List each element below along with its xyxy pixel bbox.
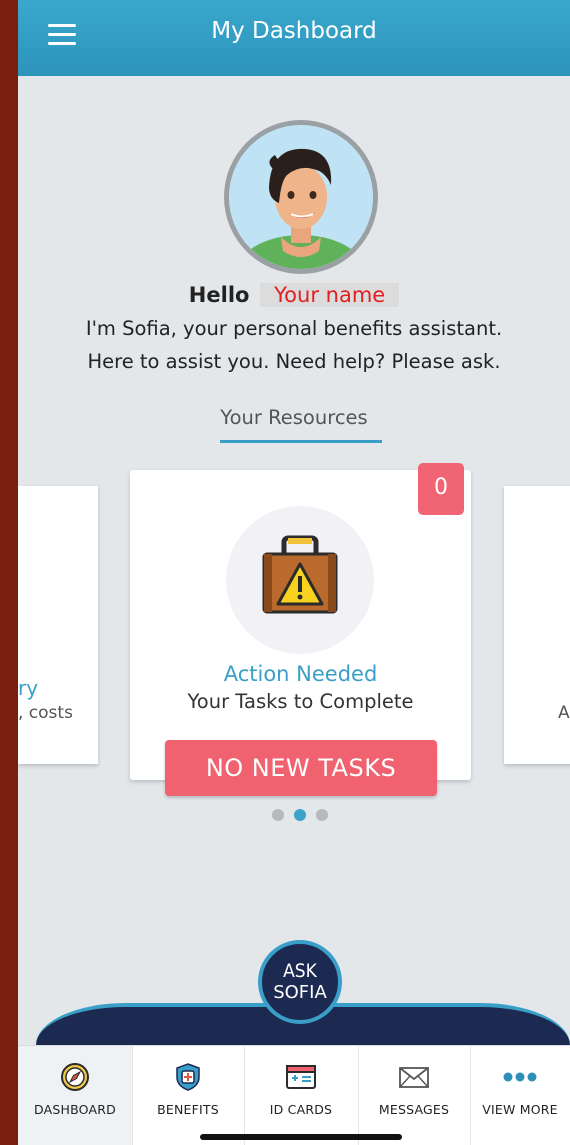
ask-sofia-button[interactable]: ASK SOFIA [258,940,342,1024]
task-count-badge: 0 [418,463,464,515]
app-header: My Dashboard [18,0,570,76]
left-card-subtitle: , costs [18,703,73,723]
sofia-label: SOFIA [273,982,327,1003]
left-frame-strip [0,0,18,1145]
tab-label-id-cards: ID CARDS [269,1102,333,1117]
sofia-avatar-icon [229,125,373,269]
id-card-icon [286,1065,316,1089]
intro-line-1: I'm Sofia, your personal benefits assist… [85,317,503,340]
pager-dot-2-active[interactable] [294,809,306,821]
resources-underline [220,440,382,443]
right-card-subtitle: A [558,703,570,723]
app-screen: My Dashboard Hello Your name I'm Sofia, … [18,0,570,1145]
bottom-tab-bar: DASHBOARD BENEFITS ID CARDS MESSAGES VIE… [18,1045,570,1145]
action-needed-title: Action Needed [223,662,378,686]
user-name: Your name [260,283,400,307]
shield-plus-icon [176,1063,200,1091]
resources-title: Your Resources [220,406,368,429]
tab-label-benefits: BENEFITS [157,1102,219,1117]
left-card-title: ry [18,676,39,700]
pager-dot-1[interactable] [272,809,284,821]
no-new-tasks-button[interactable]: NO NEW TASKS [165,740,437,796]
tab-view-more[interactable]: VIEW MORE [470,1046,570,1145]
greeting-hello: Hello [188,283,250,307]
ellipsis-icon [503,1072,537,1082]
intro-line-2: Here to assist you. Need help? Please as… [87,350,501,373]
tab-messages[interactable]: MESSAGES [358,1046,470,1145]
compass-icon [61,1063,89,1091]
tab-label-view-more: VIEW MORE [482,1102,558,1117]
action-needed-subtitle: Your Tasks to Complete [187,690,414,713]
tab-label-dashboard: DASHBOARD [34,1102,116,1117]
pager-dot-3[interactable] [316,809,328,821]
avatar [224,120,378,274]
tab-benefits[interactable]: BENEFITS [132,1046,244,1145]
page-title: My Dashboard [211,18,377,44]
briefcase-warning-icon [226,506,374,654]
tab-dashboard[interactable]: DASHBOARD [18,1046,132,1145]
tab-id-cards[interactable]: ID CARDS [244,1046,358,1145]
envelope-icon [399,1067,429,1088]
home-indicator [200,1134,402,1140]
ask-label: ASK [283,960,317,982]
greeting: Hello Your name [18,283,570,307]
tab-label-messages: MESSAGES [378,1102,450,1117]
